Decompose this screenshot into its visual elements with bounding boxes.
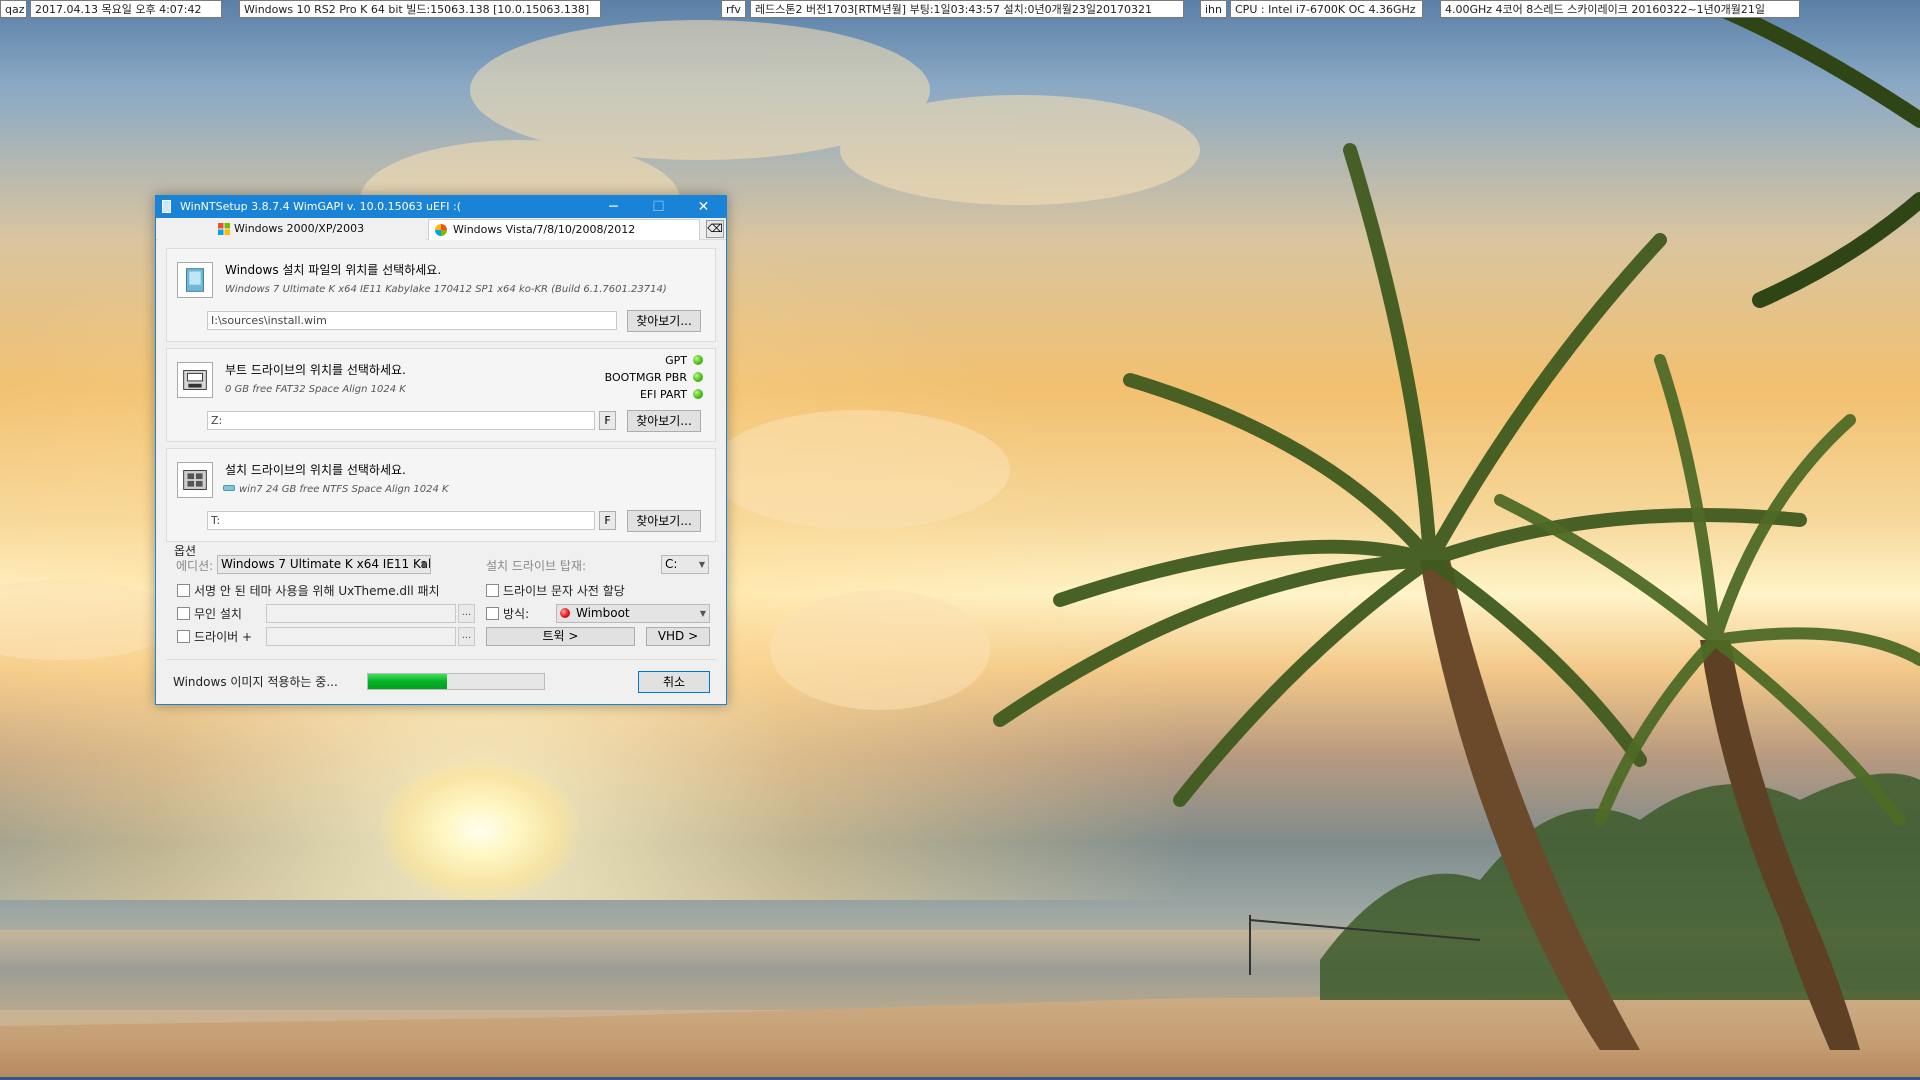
drivers-label: 드라이버 + [194, 630, 253, 644]
status-label: BOOTMGR PBR [604, 371, 687, 384]
cancel-button[interactable]: 취소 [638, 671, 710, 693]
minimize-button[interactable]: ─ [591, 196, 636, 218]
install-media-icon [177, 262, 213, 298]
title-bar[interactable]: WinNTSetup 3.8.7.4 WimGAPI v. 10.0.15063… [156, 196, 726, 218]
infobar-cpu: CPU : Intel i7-6700K OC 4.36GHz [1230, 0, 1423, 18]
install-drive-info: win7 24 GB free NTFS Space Align 1024 K [223, 484, 449, 495]
red-dot-icon [560, 608, 570, 618]
boot-format-button[interactable]: F [599, 411, 616, 430]
mount-drive-label: 설치 드라이브 탑재: [486, 559, 586, 573]
drivers-folder-input[interactable] [266, 627, 456, 646]
boot-browse-button[interactable]: 찾아보기... [627, 410, 701, 432]
install-drive-info-text: win7 24 GB free NTFS Space Align 1024 K [239, 484, 449, 495]
drivers-checkbox[interactable] [177, 630, 190, 643]
source-browse-button[interactable]: 찾아보기... [627, 310, 701, 332]
source-path-input[interactable]: I:\sources\install.wim [207, 311, 617, 330]
infobar-build-uptime: 레드스톤2 버전1703[RTM년월] 부팅:1일03:43:57 설치:0년0… [750, 0, 1184, 18]
boot-drive-info: 0 GB free FAT32 Space Align 1024 K [225, 384, 406, 395]
boot-title: 부트 드라이브의 위치를 선택하세요. [225, 363, 406, 377]
drivers-browse-button[interactable]: ... [458, 627, 475, 646]
infobar-os-version: Windows 10 RS2 Pro K 64 bit 빌드:15063.138… [239, 0, 601, 18]
install-drive-icon [177, 462, 213, 498]
install-path-input[interactable]: T: [207, 511, 595, 530]
unattended-browse-button[interactable]: ... [458, 604, 475, 623]
mount-drive-select[interactable]: C: ▼ [661, 555, 709, 574]
progress-bar [367, 673, 545, 690]
install-drive-group: 설치 드라이브의 위치를 선택하세요. win7 24 GB free NTFS… [166, 448, 716, 542]
status-label: GPT [665, 354, 687, 367]
unattended-checkbox[interactable] [177, 607, 190, 620]
install-title: 설치 드라이브의 위치를 선택하세요. [225, 463, 406, 477]
tab-windows-2000-xp-2003[interactable]: Windows 2000/XP/2003 [158, 219, 426, 240]
maximize-button: ☐ [652, 199, 665, 215]
status-gpt: GPT [665, 354, 703, 367]
tab-label: Windows 2000/XP/2003 [234, 222, 365, 235]
unattended-label: 무인 설치 [194, 607, 242, 621]
chevron-down-icon: ▼ [698, 560, 705, 569]
boot-drive-group: 부트 드라이브의 위치를 선택하세요. 0 GB free FAT32 Spac… [166, 348, 716, 442]
edition-select[interactable]: Windows 7 Ultimate K x64 IE11 Kabylake 1… [217, 555, 431, 574]
windows-orb-icon [435, 224, 447, 236]
mode-value: Wimboot [576, 606, 630, 620]
status-green-light-icon [693, 355, 703, 365]
install-browse-button[interactable]: 찾아보기... [627, 510, 701, 532]
progress-bar-fill [368, 674, 448, 689]
infobar-qaz: qaz [0, 0, 27, 18]
infobar-cpu-details: 4.00GHz 4코어 8스레드 스카이레이크 20160322~1년0개월21… [1440, 0, 1800, 18]
vhd-button[interactable]: VHD > [646, 627, 710, 646]
status-label: EFI PART [639, 388, 687, 401]
mode-label: 방식: [503, 607, 530, 621]
infobar-ihn: ihn [1200, 0, 1227, 18]
hard-drive-icon [223, 485, 235, 491]
boot-drive-icon [177, 362, 213, 398]
install-format-button[interactable]: F [599, 511, 616, 530]
status-green-light-icon [693, 372, 703, 382]
window-title: WinNTSetup 3.8.7.4 WimGAPI v. 10.0.15063… [180, 200, 462, 213]
boot-path-input[interactable]: Z: [207, 411, 595, 430]
source-title: Windows 설치 파일의 위치를 선택하세요. [225, 263, 442, 277]
mode-select[interactable]: Wimboot ▼ [556, 604, 710, 623]
drive-letter-label: 드라이브 문자 사전 할당 [503, 584, 625, 598]
source-group: Windows 설치 파일의 위치를 선택하세요. Windows 7 Ulti… [166, 248, 716, 342]
source-image-info: Windows 7 Ultimate K x64 IE11 Kabylake 1… [225, 284, 667, 295]
eraser-icon[interactable]: ⌫ [706, 220, 724, 238]
chevron-down-icon: ▼ [420, 560, 427, 569]
uxtheme-patch-label: 서명 안 된 테마 사용을 위해 UxTheme.dll 패치 [194, 584, 440, 598]
status-bootmgr-pbr: BOOTMGR PBR [605, 371, 703, 384]
edition-value: Windows 7 Ultimate K x64 IE11 Kabylake 1 [221, 557, 430, 571]
drive-letter-checkbox[interactable] [486, 584, 499, 597]
tab-label: Windows Vista/7/8/10/2008/2012 [453, 223, 636, 236]
app-icon [162, 200, 171, 213]
uxtheme-patch-checkbox[interactable] [177, 584, 190, 597]
tab-windows-vista-7-8-10[interactable]: Windows Vista/7/8/10/2008/2012 [428, 219, 700, 240]
os-tabs: Windows 2000/XP/2003 Windows Vista/7/8/1… [156, 218, 726, 240]
progress-row: Windows 이미지 적용하는 중... 취소 [166, 659, 716, 695]
status-efi-part: EFI PART [640, 388, 703, 401]
winntsetup-window: WinNTSetup 3.8.7.4 WimGAPI v. 10.0.15063… [155, 195, 727, 705]
status-green-light-icon [693, 389, 703, 399]
edition-label: 에디션: [176, 559, 214, 573]
mode-checkbox[interactable] [486, 607, 499, 620]
chevron-down-icon: ▼ [699, 609, 706, 618]
mount-drive-value: C: [665, 557, 678, 571]
progress-status-text: Windows 이미지 적용하는 중... [173, 675, 338, 689]
tweaks-button[interactable]: 트윅 > [486, 627, 635, 646]
infobar-datetime: 2017.04.13 목요일 오후 4:07:42 [30, 0, 222, 18]
unattended-file-input[interactable] [266, 604, 456, 623]
close-button[interactable]: ✕ [681, 196, 726, 218]
windows-xp-logo-icon [218, 223, 230, 235]
infobar-rfv: rfv [721, 0, 746, 18]
